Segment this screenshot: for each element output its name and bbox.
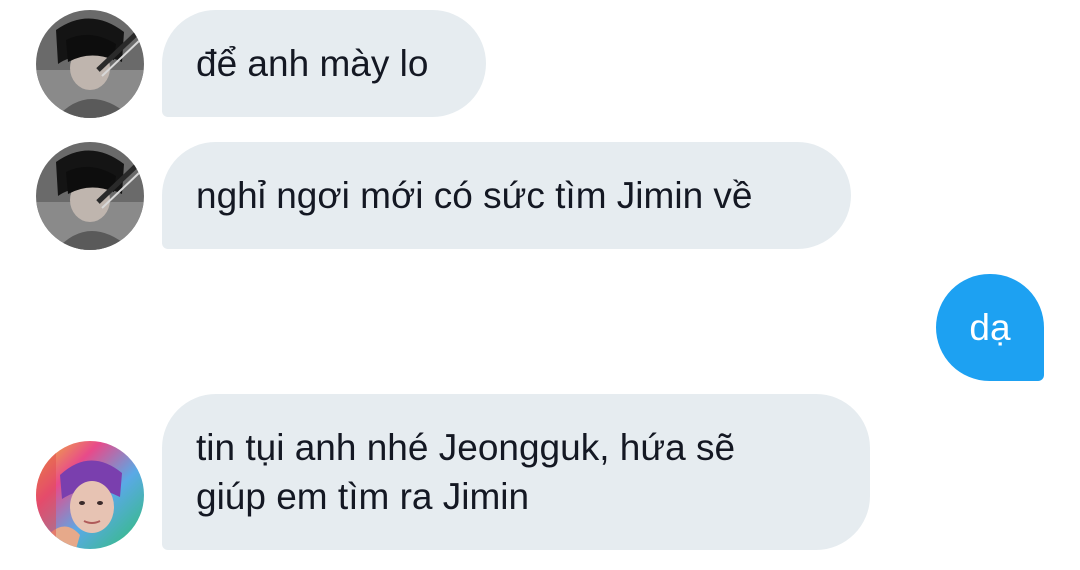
message-text: nghỉ ngơi mới có sức tìm Jimin về xyxy=(196,175,753,216)
message-text: để anh mày lo xyxy=(196,43,429,84)
avatar-photo-rainbow xyxy=(36,441,144,549)
message-bubble[interactable]: để anh mày lo xyxy=(162,10,486,117)
avatar-photo-dark-hair xyxy=(36,10,144,118)
sender-avatar[interactable] xyxy=(36,10,144,118)
message-bubble[interactable]: tin tụi anh nhé Jeongguk, hứa sẽ giúp em… xyxy=(162,394,870,550)
message-bubble-outgoing[interactable]: dạ xyxy=(936,274,1044,381)
message-text-line: giúp em tìm ra Jimin xyxy=(196,476,530,517)
sender-avatar[interactable] xyxy=(36,142,144,250)
avatar-photo-dark-hair xyxy=(36,142,144,250)
message-text-line: tin tụi anh nhé Jeongguk, hứa sẽ xyxy=(196,427,736,468)
message-bubble[interactable]: nghỉ ngơi mới có sức tìm Jimin về xyxy=(162,142,851,249)
message-text: dạ xyxy=(969,307,1011,348)
sender-avatar[interactable] xyxy=(36,441,144,549)
